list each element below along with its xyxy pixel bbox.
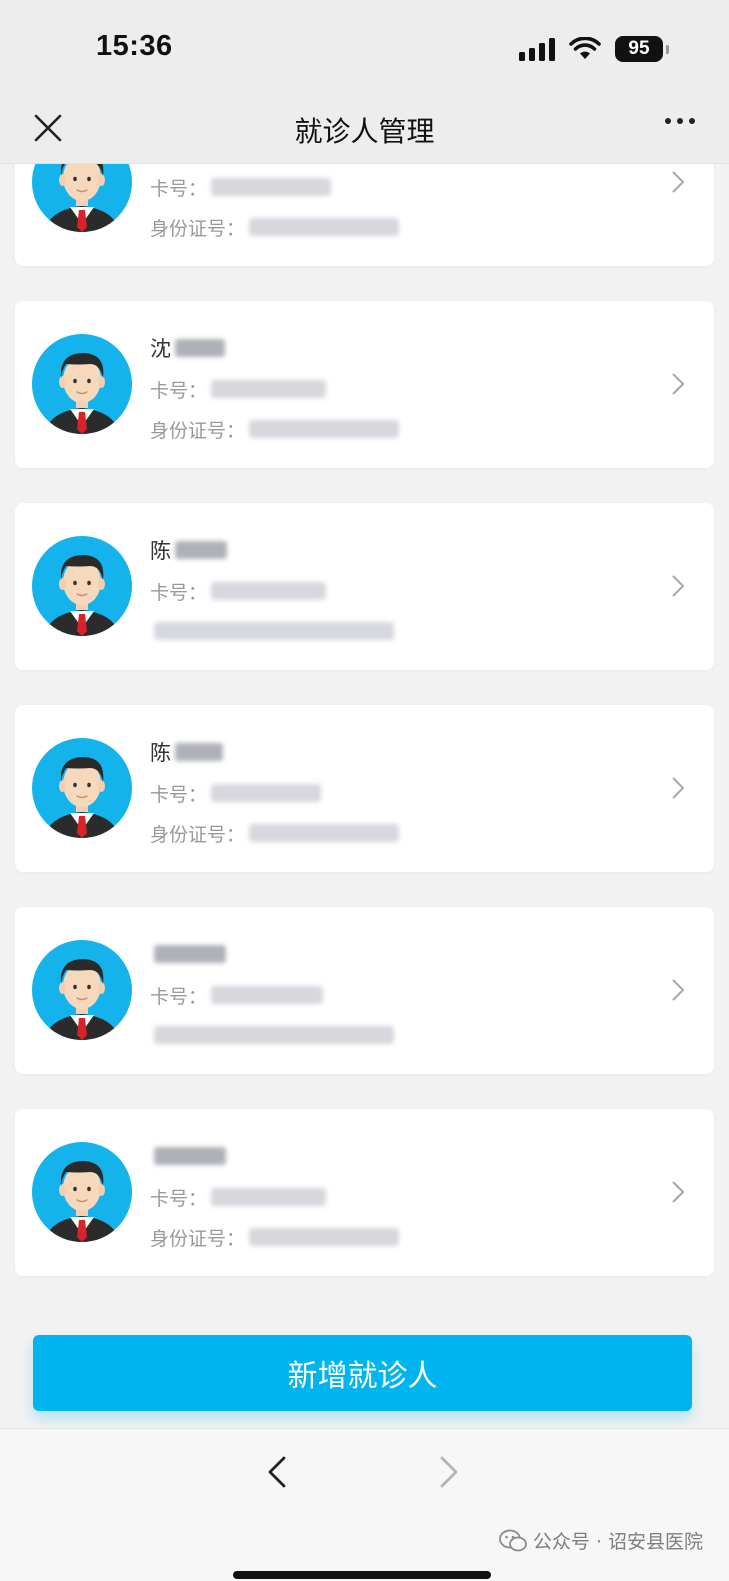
avatar [32,536,132,636]
chevron-right-icon [672,171,685,193]
patient-list: 卡号： 身份证号： 沈 卡号： 身份证号： 陈 卡号： 陈 卡号： 身份证号： … [0,164,729,1324]
patient-id-number: 身份证号： [150,213,400,241]
avatar [32,164,132,232]
patient-card-number: 卡号： [150,981,394,1009]
avatar [32,940,132,1040]
patient-card[interactable]: 陈 卡号： 身份证号： [15,705,714,872]
bottom-toolbar: 公众号 · 诏安县医院 [0,1428,729,1581]
back-arrow-icon[interactable] [266,1455,288,1489]
patient-card-number: 卡号： [150,779,399,807]
chevron-right-icon [672,979,685,1001]
wechat-icon [498,1529,527,1551]
patient-info: 陈 卡号： [150,535,394,645]
patient-info: 卡号： 身份证号： [150,1141,400,1251]
patient-name: 陈 [150,737,399,767]
avatar [32,738,132,838]
patient-name: 陈 [150,535,394,565]
add-patient-button[interactable]: 新增就诊人 [33,1335,692,1411]
chevron-right-icon [672,777,685,799]
avatar [32,334,132,434]
battery-icon: 95 [615,36,669,62]
status-bar: 15:36 95 [0,0,729,96]
patient-card[interactable]: 卡号： 身份证号： [15,1109,714,1276]
patient-id-number [150,1021,394,1049]
patient-name [150,939,394,969]
more-icon[interactable] [665,118,695,124]
patient-card[interactable]: 沈 卡号： 身份证号： [15,301,714,468]
chevron-right-icon [672,575,685,597]
patient-card[interactable]: 卡号： [15,907,714,1074]
watermark-text: 公众号 · 诏安县医院 [532,1531,703,1553]
battery-level: 95 [628,38,650,59]
patient-info: 陈 卡号： 身份证号： [150,737,400,847]
patient-card[interactable]: 陈 卡号： [15,503,714,670]
patient-card[interactable]: 卡号： 身份证号： [15,164,714,266]
patient-id-number: 身份证号： [150,1223,400,1251]
patient-name: 沈 [150,333,399,363]
patient-info: 卡号： [150,939,394,1049]
home-indicator [233,1571,491,1579]
wifi-icon [569,37,601,59]
patient-info: 卡号： 身份证号： [150,164,400,241]
patient-card-number: 卡号： [150,173,399,201]
patient-info: 沈 卡号： 身份证号： [150,333,400,443]
patient-id-number: 身份证号： [150,819,400,847]
patient-id-number: 身份证号： [150,415,400,443]
signal-icon [519,37,555,61]
avatar [32,1142,132,1242]
patient-card-number: 卡号： [150,375,399,403]
chevron-right-icon [672,1181,685,1203]
chevron-right-icon [672,373,685,395]
page-title: 就诊人管理 [294,115,435,148]
patient-card-number: 卡号： [150,577,394,605]
status-indicators: 95 [519,34,669,64]
watermark: 公众号 · 诏安县医院 [498,1527,703,1554]
nav-bar: 就诊人管理 [0,96,729,164]
forward-arrow-icon[interactable] [438,1455,460,1489]
status-time: 15:36 [96,30,173,62]
patient-id-number [150,617,394,645]
patient-card-number: 卡号： [150,1183,399,1211]
patient-name [150,1141,399,1171]
